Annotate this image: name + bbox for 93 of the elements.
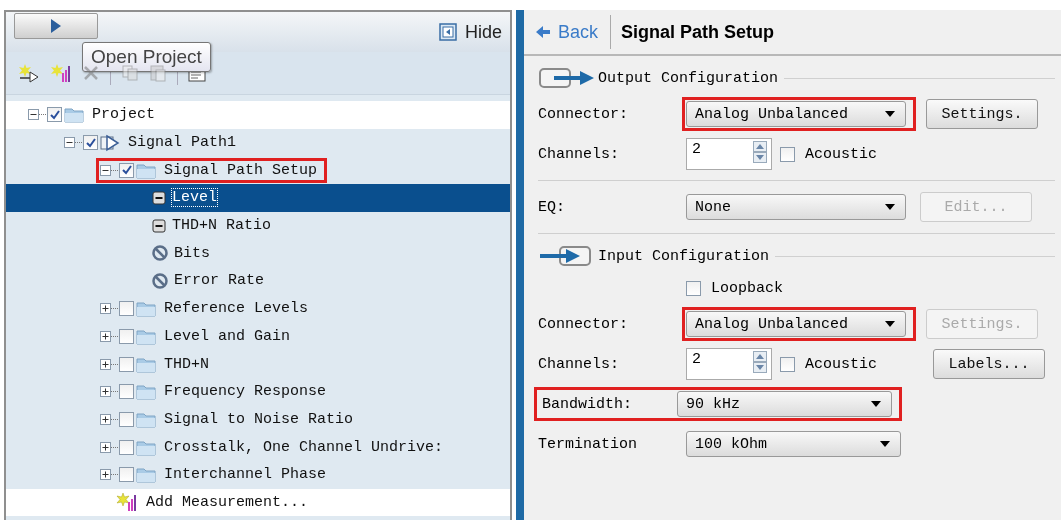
tree-checkbox[interactable] (119, 384, 134, 400)
folder-icon (136, 466, 156, 484)
folder-icon (136, 438, 156, 456)
checkbox-label: Loopback (711, 279, 783, 297)
tree-checkbox[interactable] (119, 162, 134, 178)
folder-icon (136, 300, 156, 318)
tree-checkbox[interactable] (119, 411, 134, 427)
group-title: Output Configuration (598, 69, 779, 87)
tree-checkbox[interactable] (119, 301, 134, 317)
checkbox-label: Acoustic (805, 145, 877, 163)
caret-icon (885, 204, 895, 210)
expand-icon[interactable] (100, 303, 111, 315)
folder-icon (136, 410, 156, 428)
signal-path-icon (100, 133, 120, 152)
dropdown[interactable]: 100 kOhm (686, 431, 901, 457)
field-label: Connector: (538, 105, 629, 123)
checkbox-label: Acoustic (805, 355, 877, 373)
open-project-button[interactable] (14, 13, 98, 39)
tree-item[interactable]: Signal Path Setup (6, 156, 510, 185)
checkbox[interactable] (780, 356, 795, 372)
dropdown[interactable]: 90 kHz (677, 391, 892, 417)
tree-item[interactable]: Reference Levels (6, 294, 510, 323)
folder-icon (136, 161, 156, 179)
collapse-icon[interactable] (100, 164, 111, 176)
meter-icon (152, 190, 166, 205)
labels-button[interactable]: Labels... (933, 349, 1045, 379)
hide-button[interactable]: Hide (438, 21, 502, 43)
tree-checkbox[interactable] (119, 328, 134, 344)
checkbox[interactable] (780, 146, 795, 162)
field-label: Channels: (538, 145, 620, 163)
field-label: Channels: (538, 355, 620, 373)
expand-icon[interactable] (100, 469, 111, 481)
blocked-icon (152, 272, 168, 289)
highlight-frame: Signal Path Setup (100, 161, 324, 179)
tree-item[interactable]: Level (6, 184, 510, 212)
add-measurement-icon (116, 492, 138, 513)
tree-item[interactable]: Level and Gain (6, 322, 510, 351)
spinner-arrows-icon (753, 141, 767, 163)
tree-item[interactable]: Frequency Response (6, 377, 510, 406)
tree-item[interactable]: Interchannel Phase (6, 460, 510, 489)
tree-item[interactable]: Project (6, 101, 510, 129)
group-title: Input Configuration (598, 247, 770, 265)
tree-checkbox[interactable] (83, 135, 98, 151)
add-measurement-icon[interactable] (50, 63, 72, 83)
tree-item[interactable]: Error Rate (6, 267, 510, 295)
tree-item[interactable]: THD+N (6, 350, 510, 378)
caret-icon (885, 321, 895, 327)
tree-item[interactable]: Add Measurement... (6, 488, 510, 517)
number-spinner[interactable]: 2 (686, 348, 772, 380)
caret-icon (871, 401, 881, 407)
checkbox[interactable] (686, 280, 701, 296)
settings-button[interactable]: Settings. (926, 99, 1038, 129)
dropdown[interactable]: None (686, 194, 906, 220)
caret-icon (885, 111, 895, 117)
blocked-icon (152, 245, 168, 262)
field-label: Bandwidth: (541, 395, 633, 413)
folder-icon (136, 383, 156, 401)
tree-checkbox[interactable] (119, 439, 134, 455)
tree-item[interactable]: Bits (6, 239, 510, 268)
field-label: Termination (538, 435, 639, 453)
tooltip: Open Project (82, 42, 211, 72)
tree-item[interactable]: Signal Path1 (6, 128, 510, 157)
field-label: EQ: (538, 198, 566, 216)
expand-icon[interactable] (100, 358, 111, 370)
expand-icon[interactable] (100, 386, 111, 398)
spinner-arrows-icon (753, 351, 767, 373)
number-spinner[interactable]: 2 (686, 138, 772, 170)
tree-checkbox[interactable] (119, 356, 134, 372)
play-icon (51, 19, 61, 33)
field-label: Connector: (538, 315, 629, 333)
expand-icon[interactable] (100, 413, 111, 425)
add-signal-path-icon[interactable] (18, 63, 40, 83)
tree-item[interactable]: THD+N Ratio (6, 211, 510, 240)
folder-icon (136, 327, 156, 345)
dropdown[interactable]: Analog Unbalanced (686, 311, 906, 337)
collapse-panel-icon (438, 23, 457, 41)
dropdown[interactable]: Analog Unbalanced (686, 101, 906, 127)
folder-icon (136, 355, 156, 373)
tree-checkbox[interactable] (47, 107, 62, 123)
meter-icon (152, 218, 166, 233)
folder-icon (64, 106, 84, 124)
expand-icon[interactable] (100, 441, 111, 453)
collapse-icon[interactable] (64, 137, 75, 149)
collapse-icon[interactable] (28, 109, 39, 121)
back-button[interactable]: Back (524, 21, 611, 43)
tree-checkbox[interactable] (119, 467, 134, 483)
expand-icon[interactable] (100, 330, 111, 342)
caret-icon (880, 441, 890, 447)
output-icon (538, 66, 596, 90)
back-arrow-icon (536, 26, 550, 38)
tree-item[interactable]: Crosstalk, One Channel Undrive: (6, 433, 510, 461)
tree-item[interactable]: Signal to Noise Ratio (6, 405, 510, 434)
page-title: Signal Path Setup (620, 21, 775, 43)
